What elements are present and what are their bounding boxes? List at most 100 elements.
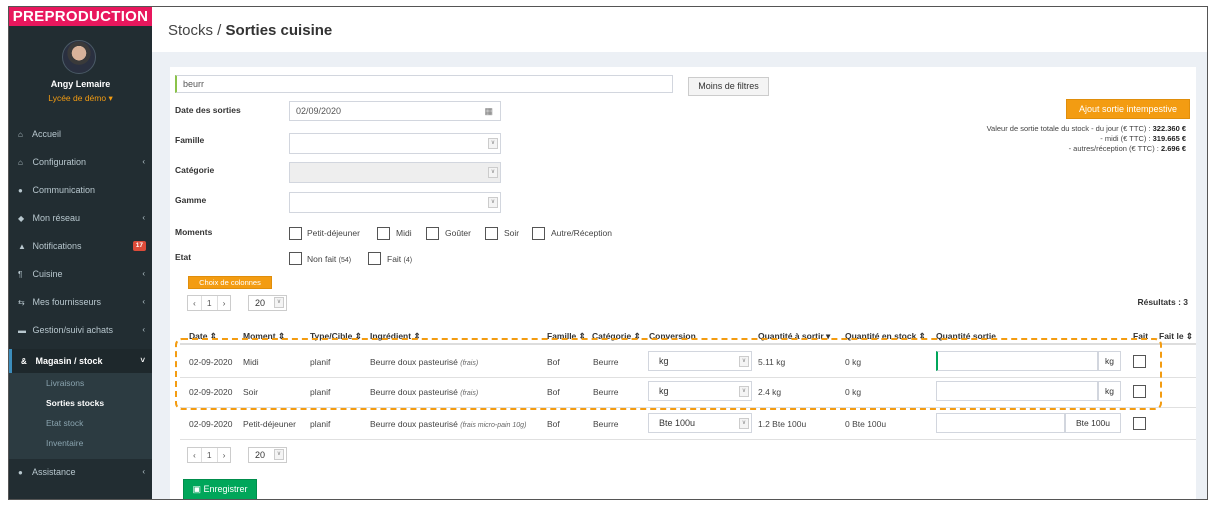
user-name: Angy Lemaire [50, 79, 111, 89]
cell-qty-stock: 0 Bte 100u [845, 419, 887, 429]
avatar[interactable] [62, 40, 96, 74]
chevron-down-icon: ∨ [739, 418, 749, 429]
submenu-item-sorties-stocks[interactable]: Sorties stocks [46, 398, 104, 408]
nav-item-magasin[interactable]: & Magasin / stock ˅ [9, 349, 152, 373]
date-field[interactable]: 02/09/2020 ▦ [289, 101, 501, 121]
checkbox-petit-dejeuner[interactable] [289, 227, 302, 240]
school-selector[interactable]: Lycée de démo ▾ [9, 93, 152, 104]
home-icon: ⌂ [18, 130, 23, 139]
nav-item-accueil[interactable]: ⌂ Accueil [9, 124, 152, 144]
chevron-down-icon: ∨ [488, 138, 498, 149]
chevron-down-icon: ∨ [274, 449, 284, 460]
nav-label: Accueil [32, 129, 62, 139]
next-page-button[interactable]: › [218, 296, 231, 310]
valuation-value: 2.696 € [1160, 144, 1186, 153]
page-size-value: 20 [255, 450, 266, 460]
column-header-fait-le[interactable]: Fait le ⇕ [1159, 331, 1193, 342]
handshake-icon: ⇆ [18, 298, 25, 307]
nav-item-communication[interactable]: ● Communication [9, 180, 152, 200]
conversion-select[interactable]: Bte 100u ∨ [648, 413, 752, 433]
prev-page-button[interactable]: ‹ [188, 296, 202, 310]
qty-done-input[interactable] [936, 413, 1065, 433]
search-input[interactable]: beurr [175, 75, 673, 93]
ingredient-name: Beurre doux pasteurisé [370, 419, 458, 429]
gamme-select[interactable]: ∨ [289, 192, 501, 213]
categorie-select[interactable]: ∨ [289, 162, 501, 183]
valuation-line-day: Valeur de sortie totale du stock - du jo… [987, 124, 1186, 133]
page-size-select[interactable]: 20 ∨ [248, 295, 287, 311]
conversion-value: Bte 100u [659, 418, 696, 428]
submenu-item-inventaire[interactable]: Inventaire [46, 438, 83, 448]
save-button[interactable]: ▣ Enregistrer [183, 479, 257, 499]
nav-label: Assistance [32, 467, 76, 477]
calendar-icon[interactable]: ▦ [484, 102, 493, 120]
submenu-magasin: Livraisons Sorties stocks Etat stock Inv… [9, 373, 152, 459]
environment-banner: PREPRODUCTION [9, 7, 152, 26]
column-chooser-button[interactable]: Choix de colonnes [188, 276, 272, 289]
nav-item-cuisine[interactable]: ¶ Cuisine ‹ [9, 264, 152, 284]
chevron-left-icon: ‹ [142, 213, 145, 222]
checkbox-label: Autre/Réception [551, 228, 612, 238]
valuation-value: 322.360 € [1152, 124, 1186, 133]
checkbox-label-text: Fait [387, 254, 402, 264]
checkbox-label: Midi [396, 228, 412, 238]
page-size-value: 20 [255, 298, 266, 308]
famille-select[interactable]: ∨ [289, 133, 501, 154]
nav-item-configuration[interactable]: ⌂ Configuration ‹ [9, 152, 152, 172]
nav-label: Mes fournisseurs [32, 297, 102, 307]
prev-page-button[interactable]: ‹ [188, 448, 202, 462]
notification-count-badge: 17 [132, 241, 146, 251]
chevron-left-icon: ‹ [142, 269, 145, 278]
nav-item-assistance[interactable]: ● Assistance ‹ [9, 462, 152, 482]
checkbox-label: Goûter [445, 228, 471, 238]
less-filters-button[interactable]: Moins de filtres [688, 77, 769, 96]
submenu-item-livraisons[interactable]: Livraisons [46, 378, 84, 388]
chevron-down-icon: ˅ [140, 356, 145, 365]
checkbox-label-text: Non fait [307, 254, 337, 264]
checkbox-non-fait[interactable] [289, 252, 302, 265]
checkbox-gouter[interactable] [426, 227, 439, 240]
bell-icon: ▲ [18, 242, 26, 251]
checkbox-label: Petit-déjeuner [307, 228, 360, 238]
checkbox-label: Fait (4) [387, 254, 412, 264]
date-label: Date des sorties [175, 105, 241, 115]
valuation-line-midi: - midi (€ TTC) : 319.665 € [1100, 134, 1186, 143]
checkbox-label: Soir [504, 228, 520, 238]
nav-item-notifications[interactable]: ▲ Notifications 17 [9, 236, 152, 256]
checkbox-midi[interactable] [377, 227, 390, 240]
row-divider [180, 439, 1196, 440]
nav-item-achats[interactable]: ▬ Gestion/suivi achats ‹ [9, 320, 152, 340]
cart-icon: ▬ [18, 326, 26, 335]
checkbox-fait[interactable] [368, 252, 381, 265]
cell-moment: Petit-déjeuner [243, 419, 296, 429]
nav-item-reseau[interactable]: ◆ Mon réseau ‹ [9, 208, 152, 228]
results-count: Résultats : 3 [1137, 297, 1188, 307]
add-unplanned-exit-button[interactable]: Ajout sortie intempestive [1066, 99, 1190, 119]
page-number-button[interactable]: 1 [202, 448, 218, 462]
chevron-left-icon: ‹ [142, 157, 145, 166]
floppy-disk-icon: ▣ [192, 484, 201, 494]
info-icon: ● [18, 468, 23, 477]
sidebar: PREPRODUCTION Angy Lemaire Lycée de démo… [9, 7, 152, 499]
cutlery-icon: ¶ [18, 270, 23, 279]
famille-label: Famille [175, 135, 205, 145]
chevron-down-icon: ∨ [488, 197, 498, 208]
page-number-button[interactable]: 1 [202, 296, 218, 310]
page-size-select[interactable]: 20 ∨ [248, 447, 287, 463]
valuation-label: Valeur de sortie totale du stock - du jo… [986, 124, 1153, 133]
checkbox-count: (54) [338, 257, 352, 264]
nav-item-fournisseurs[interactable]: ⇆ Mes fournisseurs ‹ [9, 292, 152, 312]
pagination-bottom: ‹ 1 › [187, 447, 232, 463]
done-checkbox[interactable] [1133, 417, 1146, 430]
categorie-label: Catégorie [175, 165, 215, 175]
checkbox-autre-reception[interactable] [532, 227, 545, 240]
checkbox-soir[interactable] [485, 227, 498, 240]
nav-label: Communication [32, 185, 96, 195]
pagination-top: ‹ 1 › [187, 295, 232, 311]
highlight-annotation [175, 338, 1162, 410]
nav-label: Configuration [32, 157, 87, 167]
next-page-button[interactable]: › [218, 448, 231, 462]
cell-ingredient: Beurre doux pasteurisé (frais micro-pain… [370, 419, 526, 429]
submenu-item-etat-stock[interactable]: Etat stock [46, 418, 83, 428]
nav-label: Magasin / stock [35, 356, 103, 366]
